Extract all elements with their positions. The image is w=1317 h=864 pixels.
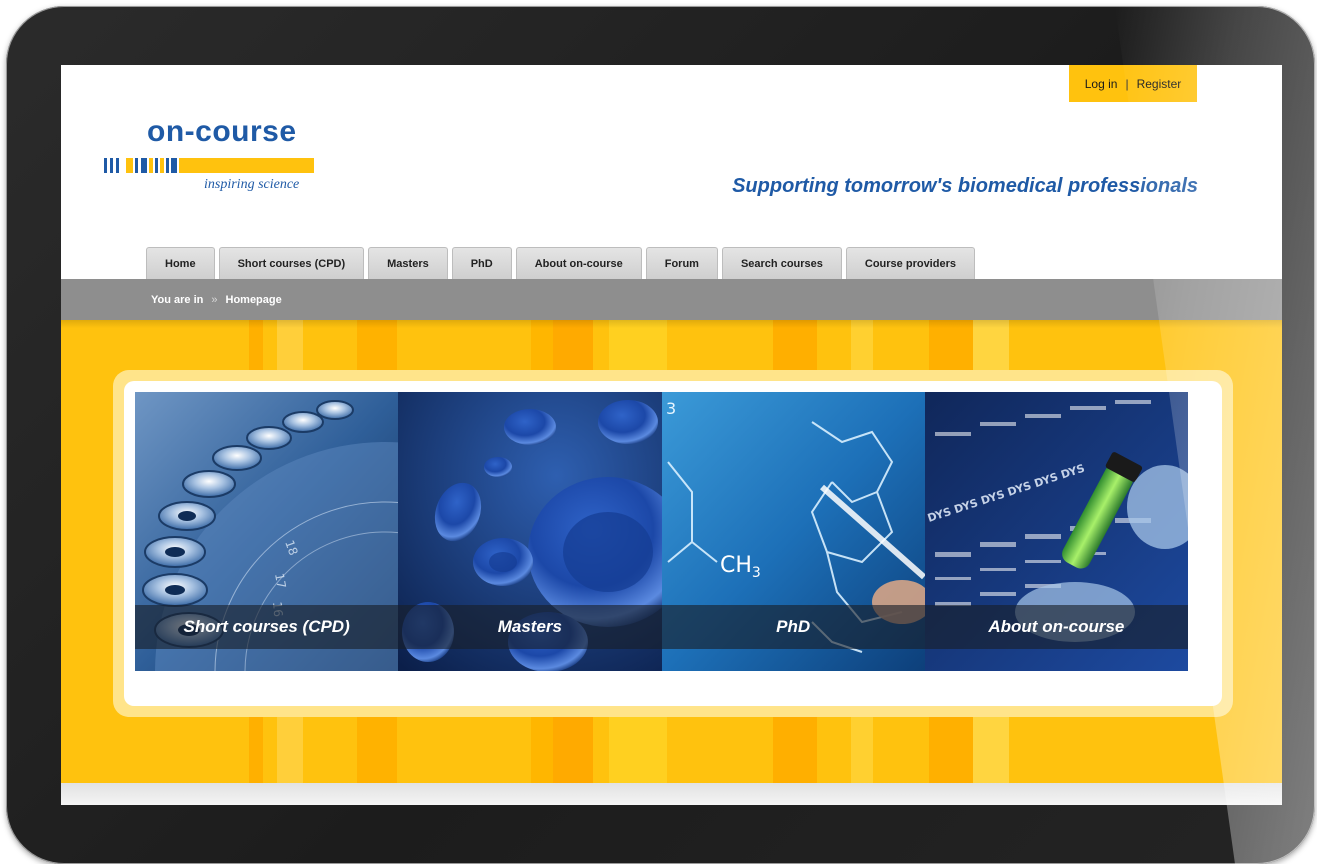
footer-strip bbox=[61, 783, 1282, 805]
tile-label-short-courses: Short courses (CPD) bbox=[135, 605, 399, 649]
tab-phd[interactable]: PhD bbox=[451, 247, 512, 279]
logo-tagline: inspiring science bbox=[204, 177, 300, 192]
login-link[interactable]: Log in bbox=[1085, 77, 1118, 91]
phd-formula-sub: 3 bbox=[751, 565, 760, 581]
tab-about[interactable]: About on-course bbox=[515, 247, 642, 279]
phd-corner-number: 3 bbox=[666, 399, 676, 418]
tab-short-courses[interactable]: Short courses (CPD) bbox=[218, 247, 365, 279]
breadcrumb-separator: » bbox=[211, 293, 218, 306]
breadcrumb-current: Homepage bbox=[225, 293, 282, 306]
phd-formula-main: CH bbox=[720, 553, 752, 578]
tile-short-courses[interactable]: 18 17 16 Short courses (CPD) bbox=[135, 392, 399, 671]
hero-banner: 18 17 16 Short courses (CPD) bbox=[61, 320, 1282, 783]
course-tiles: 18 17 16 Short courses (CPD) bbox=[135, 392, 1188, 671]
tiles-frame: 18 17 16 Short courses (CPD) bbox=[113, 370, 1233, 717]
tile-about[interactable]: DYS DYS DYS DYS DYS DYS About on-course bbox=[924, 392, 1188, 671]
main-nav: Home Short courses (CPD) Masters PhD Abo… bbox=[146, 247, 975, 279]
tab-search-courses[interactable]: Search courses bbox=[721, 247, 842, 279]
breadcrumb-prefix: You are in bbox=[151, 293, 204, 306]
logo-text: on-course bbox=[147, 115, 297, 148]
tile-label-about: About on-course bbox=[924, 605, 1188, 649]
auth-bar: Log in | Register bbox=[1069, 65, 1197, 102]
tab-course-providers[interactable]: Course providers bbox=[845, 247, 975, 279]
tile-masters[interactable]: Masters bbox=[398, 392, 662, 671]
tile-label-phd: PhD bbox=[661, 605, 925, 649]
tab-home[interactable]: Home bbox=[146, 247, 215, 279]
site-tagline: Supporting tomorrow's biomedical profess… bbox=[732, 175, 1198, 197]
browser-screen: Log in | Register on-course inspiring sc… bbox=[61, 65, 1282, 805]
auth-separator: | bbox=[1125, 76, 1129, 91]
site-logo[interactable]: on-course inspiring science bbox=[104, 115, 314, 197]
hero-top-shadow bbox=[61, 320, 1282, 328]
logo-bars-icon bbox=[104, 158, 314, 173]
svg-text:17: 17 bbox=[272, 572, 288, 589]
tab-forum[interactable]: Forum bbox=[645, 247, 718, 279]
tab-masters[interactable]: Masters bbox=[368, 247, 448, 279]
tablet-frame: Log in | Register on-course inspiring sc… bbox=[6, 6, 1315, 864]
tile-label-masters: Masters bbox=[398, 605, 662, 649]
tile-phd[interactable]: 3 CH3 PhD bbox=[661, 392, 925, 671]
register-link[interactable]: Register bbox=[1137, 77, 1182, 91]
breadcrumb: You are in » Homepage bbox=[61, 279, 1282, 320]
